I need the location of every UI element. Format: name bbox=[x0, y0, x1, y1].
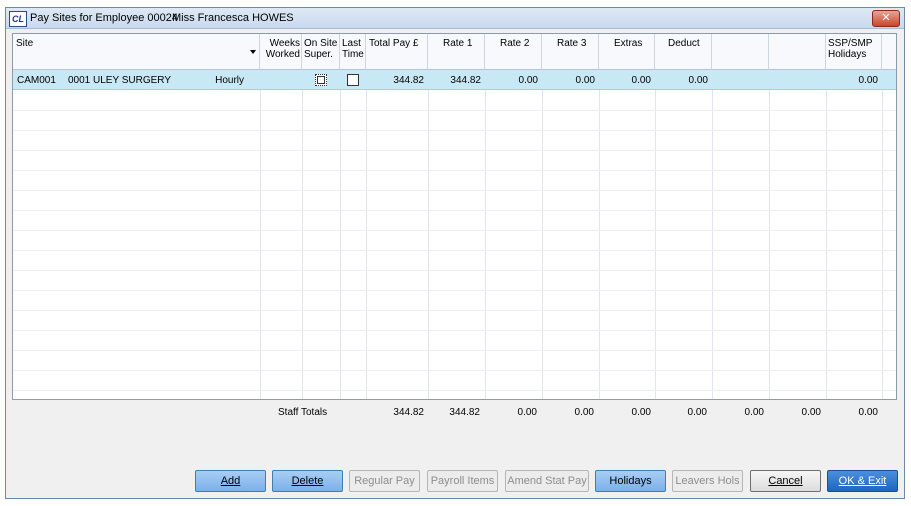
rate2-value[interactable]: 0.00 bbox=[485, 75, 538, 86]
total-rate1: 344.82 bbox=[449, 407, 480, 418]
row-divider bbox=[13, 150, 896, 151]
payroll-items-button[interactable]: Payroll Items bbox=[427, 470, 498, 492]
staff-totals-label: Staff Totals bbox=[278, 407, 328, 418]
table-row[interactable]: CAM001 0001 ULEY SURGERY Hourly 344.82 3… bbox=[13, 70, 896, 90]
header-rate2-label: Rate 2 bbox=[500, 38, 530, 49]
row-divider bbox=[13, 350, 896, 351]
row-divider bbox=[13, 230, 896, 231]
add-button[interactable]: Add bbox=[195, 470, 266, 492]
row-divider bbox=[13, 330, 896, 331]
row-divider bbox=[13, 190, 896, 191]
header-onsite-line1: On Site bbox=[304, 38, 338, 49]
header-deduct[interactable]: Deduct bbox=[655, 34, 712, 70]
total-blank-1: 0.00 bbox=[744, 407, 764, 418]
add-button-label: Add bbox=[220, 475, 241, 487]
on-site-super-checkbox[interactable] bbox=[315, 74, 327, 86]
employee-name: Miss Francesca HOWES bbox=[172, 12, 294, 24]
total-rate3: 0.00 bbox=[574, 407, 594, 418]
header-ssp-line2: Holidays bbox=[828, 49, 867, 60]
total-pay-value: 344.82 bbox=[393, 75, 424, 86]
regular-pay-button[interactable]: Regular Pay bbox=[349, 470, 420, 492]
window-title: Pay Sites for Employee 00024 bbox=[30, 12, 178, 24]
extras-value[interactable]: 0.00 bbox=[599, 75, 651, 86]
row-divider bbox=[13, 370, 896, 371]
header-site[interactable]: Site bbox=[13, 34, 260, 70]
header-extras[interactable]: Extras bbox=[599, 34, 655, 70]
leavers-hols-button[interactable]: Leavers Hols bbox=[672, 470, 743, 492]
header-total-pay[interactable]: Total Pay £ bbox=[366, 34, 428, 70]
pay-sites-grid: Site Weeks Worked On Site Super. Last Ti… bbox=[12, 33, 897, 400]
header-last-line1: Last bbox=[342, 38, 361, 49]
rate1-value[interactable]: 344.82 bbox=[428, 75, 481, 86]
header-blank-1[interactable] bbox=[712, 34, 769, 70]
app-logo-icon: CL bbox=[9, 11, 27, 27]
header-on-site-super[interactable]: On Site Super. bbox=[302, 34, 340, 70]
header-last-line2: Time bbox=[342, 49, 364, 60]
holidays-button[interactable]: Holidays bbox=[595, 470, 666, 492]
header-rate2[interactable]: Rate 2 bbox=[485, 34, 542, 70]
total-extras: 0.00 bbox=[631, 407, 651, 418]
ok-exit-button-label: OK & Exit bbox=[838, 475, 887, 487]
header-ssp-smp-holidays[interactable]: SSP/SMP Holidays bbox=[826, 34, 882, 70]
amend-stat-pay-button[interactable]: Amend Stat Pay bbox=[505, 470, 589, 492]
row-divider bbox=[13, 110, 896, 111]
header-rate3[interactable]: Rate 3 bbox=[542, 34, 599, 70]
header-rate1-label: Rate 1 bbox=[443, 38, 473, 49]
row-divider bbox=[13, 290, 896, 291]
close-button[interactable]: ✕ bbox=[872, 10, 900, 27]
header-weeks-worked[interactable]: Weeks Worked bbox=[260, 34, 302, 70]
site-sort-dropdown-icon[interactable] bbox=[250, 50, 256, 54]
ssp-holidays-value: 0.00 bbox=[858, 75, 878, 86]
cancel-button-label: Cancel bbox=[768, 475, 803, 487]
total-total-pay: 344.82 bbox=[393, 407, 424, 418]
header-onsite-line2: Super. bbox=[304, 49, 333, 60]
row-divider bbox=[13, 130, 896, 131]
rate3-value[interactable]: 0.00 bbox=[542, 75, 595, 86]
total-deduct: 0.00 bbox=[687, 407, 707, 418]
delete-button-label: Delete bbox=[291, 475, 324, 487]
site-name: 0001 ULEY SURGERY bbox=[68, 75, 172, 86]
row-divider bbox=[13, 390, 896, 391]
row-divider bbox=[13, 210, 896, 211]
site-code: CAM001 bbox=[17, 75, 56, 86]
total-ssp-holidays: 0.00 bbox=[858, 407, 878, 418]
ok-exit-button[interactable]: OK & Exit bbox=[827, 470, 898, 492]
header-weeks-line2: Worked bbox=[265, 49, 300, 60]
header-weeks-line1: Weeks bbox=[269, 38, 300, 49]
total-rate2: 0.00 bbox=[517, 407, 537, 418]
row-divider bbox=[13, 170, 896, 171]
header-deduct-label: Deduct bbox=[668, 38, 700, 49]
deduct-value[interactable]: 0.00 bbox=[655, 75, 708, 86]
title-bar: CL Pay Sites for Employee 00024 Miss Fra… bbox=[6, 8, 904, 29]
header-site-label: Site bbox=[16, 38, 34, 49]
last-time-checkbox[interactable] bbox=[347, 74, 359, 86]
header-blank-2[interactable] bbox=[769, 34, 826, 70]
delete-button[interactable]: Delete bbox=[272, 470, 343, 492]
total-blank-2: 0.00 bbox=[801, 407, 821, 418]
pay-type: Hourly bbox=[215, 75, 244, 86]
header-filler bbox=[882, 34, 896, 70]
header-extras-label: Extras bbox=[614, 38, 643, 49]
header-last-time[interactable]: Last Time bbox=[340, 34, 366, 70]
header-rate3-label: Rate 3 bbox=[557, 38, 587, 49]
row-divider bbox=[13, 250, 896, 251]
row-divider bbox=[13, 270, 896, 271]
row-divider bbox=[13, 310, 896, 311]
header-total-pay-label: Total Pay £ bbox=[369, 38, 419, 49]
cancel-button[interactable]: Cancel bbox=[750, 470, 821, 492]
header-rate1[interactable]: Rate 1 bbox=[428, 34, 485, 70]
pay-sites-window: CL Pay Sites for Employee 00024 Miss Fra… bbox=[5, 7, 905, 499]
header-ssp-line1: SSP/SMP bbox=[828, 38, 873, 49]
